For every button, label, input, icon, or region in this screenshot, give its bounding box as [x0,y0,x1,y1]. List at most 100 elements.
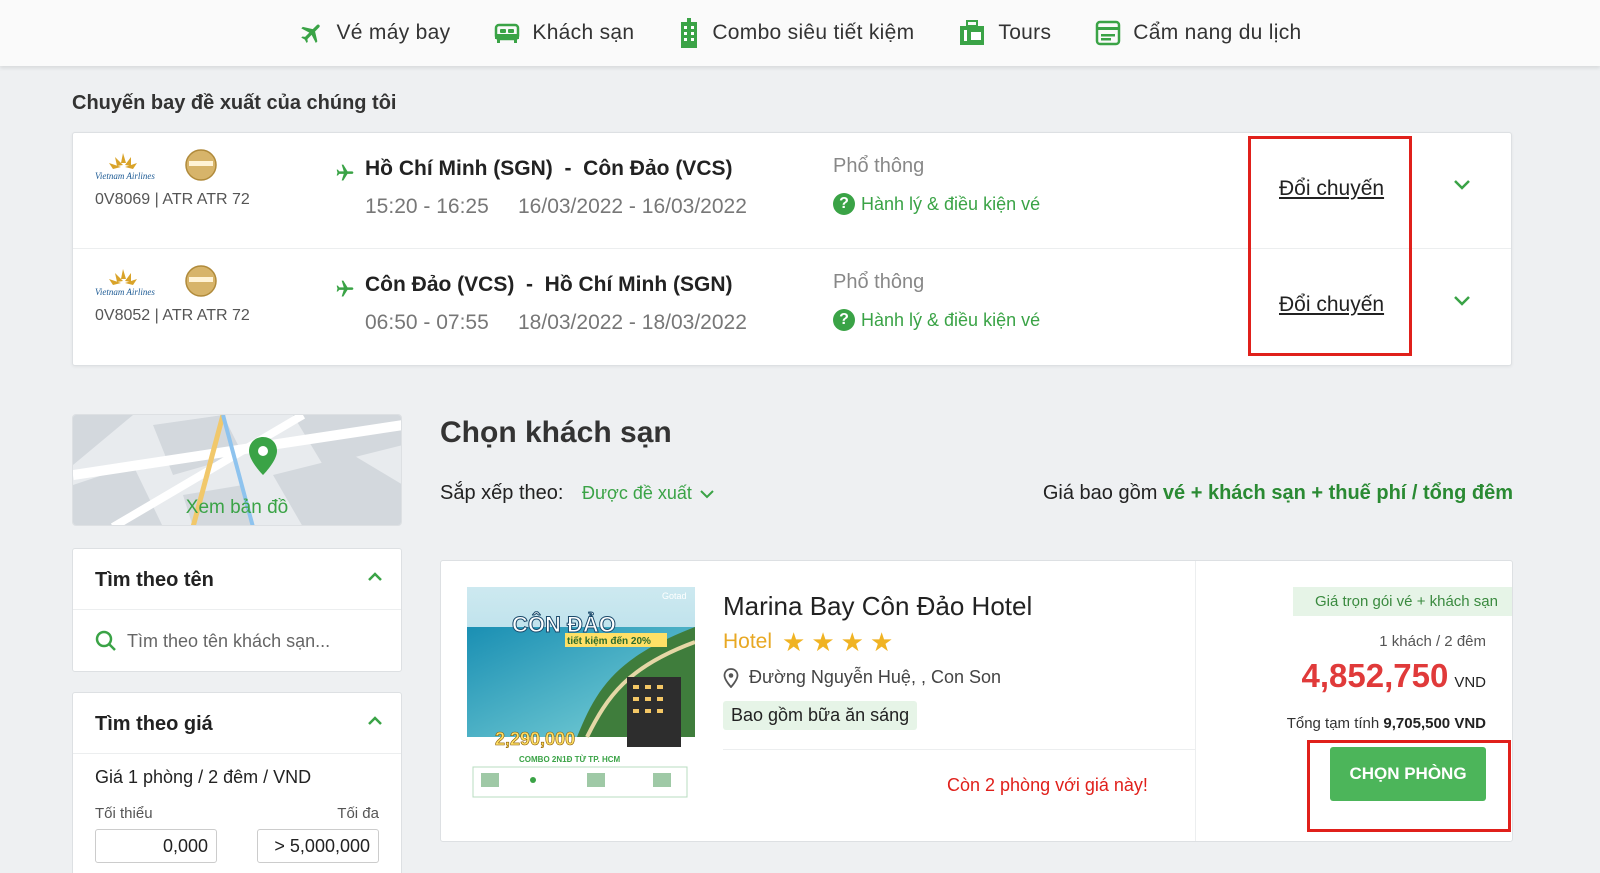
flight-route: Côn Đảo (VCS) - Hồ Chí Minh (SGN) [365,273,732,297]
total-value: 9,705,500 VND [1383,715,1486,732]
cabin-class: Phổ thông [833,155,925,177]
top-nav: Vé máy bay Khách sạn Combo siêu tiết kiệ… [0,0,1600,66]
plane-icon [336,164,354,181]
nav-label: Khách sạn [532,21,635,44]
map-preview[interactable]: Xem bản đồ [72,414,402,526]
hotel-price: 4,852,750 VND [1302,657,1486,695]
bed-icon [495,23,520,43]
star-icon: ★ [811,627,835,657]
baggage-label: Hành lý & điều kiện vé [861,193,1041,214]
nav-label: Cẩm nang du lịch [1133,21,1302,44]
filter-by-name: Tìm theo tên [72,548,402,672]
chevron-up-icon[interactable] [367,571,383,583]
price-note-bold: vé + khách sạn + thuế phí / tổng đêm [1162,482,1513,504]
flights-section-title: Chuyến bay đề xuất của chúng tôi [72,92,397,114]
building-icon [681,18,698,48]
flight-times: 15:20 - 16:25 [365,195,489,218]
view-map-label[interactable]: Xem bản đồ [73,497,401,519]
divider [73,753,401,754]
star-icon: ★ [840,627,864,657]
price-min-label: Tối thiểu [95,805,153,822]
vietnam-airlines-logo: Vietnam Airlines [95,149,217,181]
nav-label: Vé máy bay [336,21,451,44]
plane-icon [300,24,320,43]
address-text: Đường Nguyễn Huệ, , Con Son [749,667,1001,687]
price-amount: 4,852,750 [1301,657,1449,694]
total-price: Tổng tạm tính 9,705,500 VND [1287,715,1486,732]
cabin-class: Phổ thông [833,271,925,293]
package-badge: Giá trọn gói vé + khách sạn [1292,587,1512,616]
promo-sub: tiết kiệm đến 20% [567,635,651,647]
nav-combo[interactable]: Combo siêu tiết kiệm [678,18,914,48]
nav-label: Combo siêu tiết kiệm [712,21,915,44]
hotel-type-label: Hotel [723,630,773,653]
promo-brand: Gotad [662,591,687,601]
highlight-box [1248,136,1412,356]
nav-hotels[interactable]: Khách sạn [494,21,634,45]
route-to: Hồ Chí Minh (SGN) [544,273,733,296]
nav-label: Tours [998,21,1052,44]
route-separator: - [526,273,533,296]
guide-icon [1096,20,1121,46]
price-max-input[interactable] [257,829,379,863]
chevron-down-icon[interactable] [1453,295,1471,307]
baggage-link[interactable]: ? Hành lý & điều kiện vé [833,309,1040,331]
nav-guide[interactable]: Cẩm nang du lịch [1095,20,1301,46]
price-max-label: Tối đa [337,805,379,822]
help-icon: ? [833,309,855,331]
vietnam-airlines-logo: Vietnam Airlines [95,265,217,297]
baggage-label: Hành lý & điều kiện vé [861,309,1041,330]
svg-text:Vietnam Airlines: Vietnam Airlines [95,287,155,297]
divider [1195,561,1196,841]
flight-dates: 16/03/2022 - 16/03/2022 [518,195,747,218]
luggage-icon [960,20,985,45]
help-icon: ? [833,193,855,215]
rooms-left-notice: Còn 2 phòng với giá này! [947,775,1148,795]
price-currency: VND [1454,674,1486,691]
sort-value: Được đề xuất [582,483,692,503]
route-from: Côn Đảo (VCS) [365,273,515,296]
price-min-input[interactable] [95,829,217,863]
guest-nights: 1 khách / 2 đêm [1379,633,1486,650]
star-rating: ★ ★ ★ ★ [782,629,899,655]
chevron-down-icon [700,489,714,498]
promo-price: 2,290,000 [495,729,575,749]
price-note: Giá bao gồm vé + khách sạn + thuế phí / … [1043,482,1513,505]
filter-title: Tìm theo giá [95,713,213,735]
chevron-up-icon[interactable] [367,715,383,727]
hotel-name-search [95,621,385,661]
sort-dropdown[interactable]: Được đề xuất [582,483,714,504]
total-label: Tổng tạm tính [1286,715,1380,732]
flight-times: 06:50 - 07:55 [365,311,489,334]
hotel-name[interactable]: Marina Bay Côn Đảo Hotel [723,591,1032,622]
chevron-down-icon[interactable] [1453,179,1471,191]
filter-by-price: Tìm theo giá Giá 1 phòng / 2 đêm / VND T… [72,692,402,873]
nav-flights[interactable]: Vé máy bay [299,20,451,46]
flight-dates: 18/03/2022 - 18/03/2022 [518,311,747,334]
star-icon: ★ [869,627,894,657]
route-separator: - [564,157,572,180]
baggage-link[interactable]: ? Hành lý & điều kiện vé [833,193,1040,215]
hotel-address: Đường Nguyễn Huệ, , Con Son [723,667,1001,688]
highlight-box [1307,740,1511,832]
flight-route: Hồ Chí Minh (SGN) - Côn Đảo (VCS) [365,157,732,181]
route-from: Hồ Chí Minh (SGN) [365,157,553,180]
search-icon [95,630,116,651]
flight-code: 0V8069 | ATR ATR 72 [95,191,250,208]
plane-icon [336,280,354,297]
flight-code: 0V8052 | ATR ATR 72 [95,307,250,324]
hotel-name-input[interactable] [127,630,377,652]
star-icon: ★ [782,627,806,657]
breakfast-badge: Bao gồm bữa ăn sáng [723,701,918,730]
hotel-section-title: Chọn khách sạn [440,416,672,449]
svg-text:Vietnam Airlines: Vietnam Airlines [95,171,155,181]
location-pin-icon [723,667,739,688]
sort-label: Sắp xếp theo: [440,482,564,504]
route-to: Côn Đảo (VCS) [583,157,733,180]
filter-title: Tìm theo tên [95,569,214,591]
divider [73,609,401,610]
promo-combo: COMBO 2N1Đ TỪ TP. HCM [519,755,621,764]
divider [723,749,1195,750]
hotel-promo-image[interactable]: Gotad CÔN ĐẢO tiết kiệm đến 20% 2,290,00… [467,587,695,813]
nav-tours[interactable]: Tours [958,20,1051,46]
